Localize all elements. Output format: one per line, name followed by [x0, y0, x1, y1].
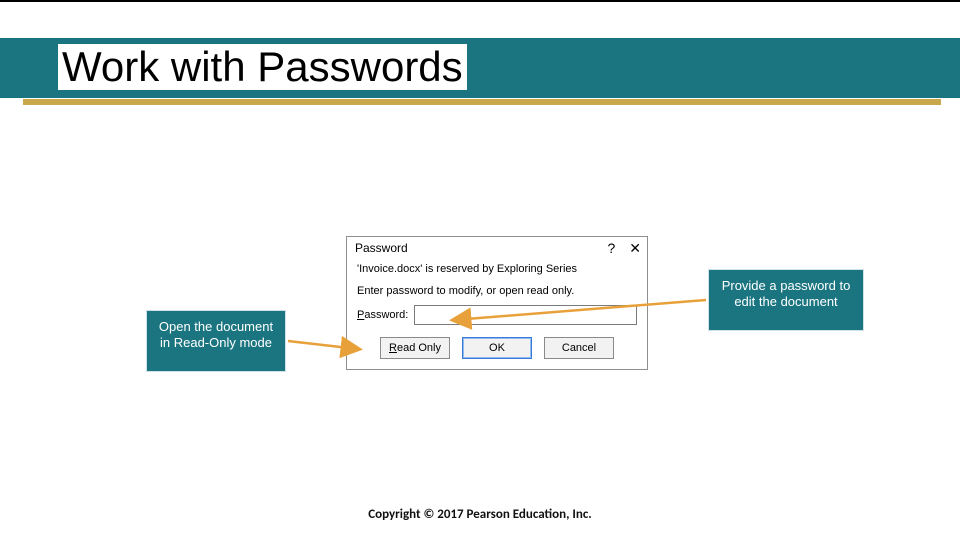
- read-only-button-label: ead Only: [397, 342, 441, 354]
- help-icon[interactable]: ?: [607, 241, 615, 255]
- instruction-text: Enter password to modify, or open read o…: [357, 285, 637, 297]
- top-border: [0, 0, 960, 2]
- dialog-titlebar: Password ? ✕: [347, 237, 647, 257]
- read-only-button[interactable]: Read Only: [380, 337, 450, 359]
- password-dialog: Password ? ✕ 'Invoice.docx' is reserved …: [346, 236, 648, 370]
- password-label-rest: assword:: [364, 309, 408, 321]
- password-label: Password:: [357, 309, 408, 321]
- callout-read-only: Open the document in Read-Only mode: [146, 310, 286, 372]
- reserved-text: 'Invoice.docx' is reserved by Exploring …: [357, 263, 637, 275]
- close-icon[interactable]: ✕: [629, 241, 641, 255]
- password-input[interactable]: [414, 305, 637, 325]
- dialog-title: Password: [355, 241, 607, 255]
- dialog-body: 'Invoice.docx' is reserved by Exploring …: [347, 257, 647, 369]
- password-row: Password:: [357, 305, 637, 325]
- title-underline: [23, 99, 941, 105]
- ok-button[interactable]: OK: [462, 337, 532, 359]
- cancel-button[interactable]: Cancel: [544, 337, 614, 359]
- page-title: Work with Passwords: [58, 44, 467, 90]
- dialog-titlebar-icons: ? ✕: [607, 241, 641, 255]
- slide: Work with Passwords Password ? ✕ 'Invoic…: [0, 0, 960, 540]
- copyright-footer: Copyright © 2017 Pearson Education, Inc.: [0, 507, 960, 522]
- dialog-buttons: Read Only OK Cancel: [357, 337, 637, 359]
- callout-password: Provide a password to edit the document: [708, 269, 864, 331]
